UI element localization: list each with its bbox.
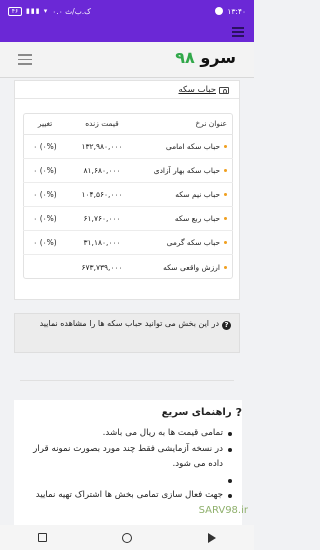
row-price: ۱۳۲,۹۸۰,۰۰۰ (81, 142, 123, 151)
row-name: حباب سکه بهار آزادی (153, 166, 220, 175)
info-note: ?در این بخش می توانید حباب سکه ها را مشا… (14, 313, 240, 353)
header-price: قیمت زنده (85, 119, 119, 128)
status-bar: ۴۶ ▮▮▮ ▾ ۰.۰ ک.ب/ث ۱۳:۴۰ (0, 0, 254, 22)
card-divider (15, 98, 239, 99)
app-header: سرو ۹۸ (0, 42, 254, 78)
row-price: ۳۱,۱۸۰,۰۰۰ (83, 238, 121, 247)
logo-number: ۹۸ (175, 48, 195, 67)
bullet-icon (224, 145, 227, 148)
card-title[interactable]: حباب سکه (178, 85, 229, 95)
guide-item: در نسخه آزمایشی فقط چند مورد بصورت نمونه… (18, 442, 232, 473)
table-header: عنوان نرخ قیمت زنده تغییر (23, 113, 233, 135)
table-row: حباب نیم سکه ۱۰۴,۵۶۰,۰۰۰ ۰ (۰%) (23, 183, 233, 207)
back-icon[interactable] (208, 532, 217, 543)
bullet-icon (224, 217, 227, 220)
question-mark-icon: ? (235, 406, 242, 419)
price-table: عنوان نرخ قیمت زنده تغییر حباب سکه امامی… (23, 113, 233, 279)
top-bar (0, 22, 254, 42)
hamburger-menu-icon[interactable] (18, 54, 32, 68)
row-name: حباب سکه گرمی (166, 238, 220, 247)
home-icon[interactable] (122, 532, 133, 543)
status-left-group: ۴۶ ▮▮▮ ▾ ۰.۰ ک.ب/ث (8, 6, 91, 16)
table-row: حباب سکه گرمی ۳۱,۱۸۰,۰۰۰ ۰ (۰%) (23, 231, 233, 255)
row-change: ۰ (۰%) (33, 166, 57, 175)
row-change: ۰ (۰%) (33, 142, 57, 151)
row-name: حباب ربع سکه (174, 214, 220, 223)
bullet-icon (224, 241, 227, 244)
bullet-icon (224, 193, 227, 196)
question-icon: ? (222, 321, 231, 330)
row-price: ۶۱,۷۶۰,۰۰۰ (83, 214, 121, 223)
logo-word: سرو (200, 48, 236, 67)
row-price: ۱۰۴,۵۶۰,۰۰۰ (81, 190, 123, 199)
row-change: ۰ (۰%) (33, 238, 57, 247)
row-name: حباب نیم سکه (175, 190, 220, 199)
system-nav-bar (0, 525, 254, 550)
table-row: حباب سکه بهار آزادی ۸۱,۶۸۰,۰۰۰ ۰ (۰%) (23, 159, 233, 183)
guide-title-label: راهنمای سریع (161, 407, 232, 418)
bullet-icon (224, 169, 227, 172)
card-title-label: حباب سکه (178, 85, 217, 95)
status-time: ۱۳:۴۰ (227, 6, 246, 16)
row-name: حباب سکه امامی (165, 142, 220, 151)
table-row: حباب سکه امامی ۱۳۲,۹۸۰,۰۰۰ ۰ (۰%) (23, 135, 233, 159)
row-change: ۰ (۰%) (33, 190, 57, 199)
guide-item: تمامی قیمت ها به ریال می باشد. (18, 426, 232, 442)
top-menu-icon[interactable] (232, 27, 244, 39)
coin-bubble-card: حباب سکه عنوان نرخ قیمت زنده تغییر حباب … (14, 80, 240, 300)
row-name: ارزش واقعی سکه (163, 262, 220, 272)
header-change: تغییر (37, 119, 53, 128)
signal-icon: ▮▮▮ ▾ (26, 7, 49, 15)
bullet-icon (224, 265, 227, 269)
status-right-group: ۱۳:۴۰ (215, 7, 246, 16)
row-price: ۶۷۳,۷۳۹,۰۰۰ (81, 262, 123, 272)
row-price: ۸۱,۶۸۰,۰۰۰ (83, 166, 121, 175)
guide-item: جهت فعال سازی تمامی بخش ها اشتراک تهیه ن… (18, 488, 232, 504)
header-name: عنوان نرخ (195, 119, 227, 128)
recent-apps-icon[interactable] (37, 533, 47, 542)
table-row: ارزش واقعی سکه ۶۷۳,۷۳۹,۰۰۰ (23, 255, 233, 279)
guide-list: تمامی قیمت ها به ریال می باشد. در نسخه آ… (18, 426, 232, 503)
battery-icon: ۴۶ (8, 6, 22, 16)
cash-icon (219, 86, 229, 94)
network-speed: ۰.۰ ک.ب/ث (52, 6, 91, 16)
info-note-text: در این بخش می توانید حباب سکه ها را مشاه… (39, 319, 219, 328)
section-divider (20, 380, 234, 381)
watermark: SARV98.ir (198, 505, 248, 516)
notification-icon (215, 7, 224, 15)
guide-title: ? راهنمای سریع (162, 406, 242, 419)
guide-item (18, 473, 232, 488)
table-row: حباب ربع سکه ۶۱,۷۶۰,۰۰۰ ۰ (۰%) (23, 207, 233, 231)
row-change: ۰ (۰%) (33, 214, 57, 223)
site-logo[interactable]: سرو ۹۸ (175, 48, 236, 67)
